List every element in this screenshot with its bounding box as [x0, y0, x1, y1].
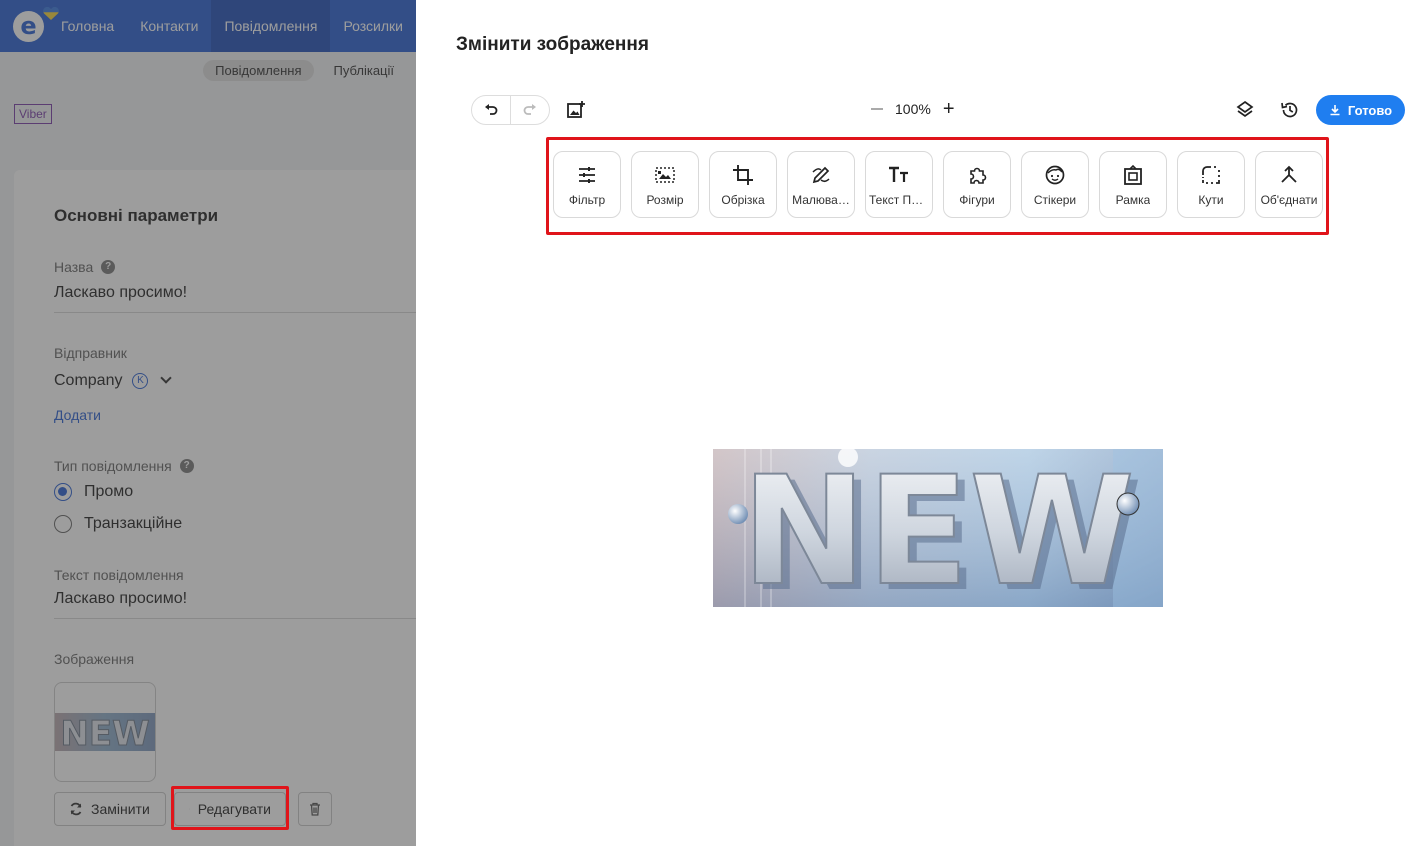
tool-label: Об'єднати — [1260, 193, 1318, 207]
tool-crop[interactable]: Обрізка — [709, 151, 777, 218]
tool-label: Фігури — [959, 193, 995, 207]
tool-corners[interactable]: Кути — [1177, 151, 1245, 218]
filter-icon — [579, 167, 595, 183]
redo-button[interactable] — [510, 96, 549, 124]
zoom-controls: 100% + — [871, 99, 955, 119]
tool-label: Обрізка — [721, 193, 765, 207]
tool-label: Кути — [1198, 193, 1224, 207]
tool-label: Фільтр — [568, 193, 606, 207]
tool-label: Розмір — [646, 193, 684, 207]
done-button[interactable]: Готово — [1316, 95, 1405, 125]
tool-shapes[interactable]: Фігури — [943, 151, 1011, 218]
tool-label: Рамка — [1115, 193, 1151, 207]
zoom-in-button[interactable]: + — [943, 99, 955, 119]
editing-toolbar: Фільтр Розмір Обрізка Малюва… Текст По… … — [553, 151, 1323, 218]
stickers-icon — [1045, 165, 1065, 185]
crop-icon — [733, 165, 753, 185]
tool-merge[interactable]: Об'єднати — [1255, 151, 1323, 218]
tool-frame[interactable]: Рамка — [1099, 151, 1167, 218]
tool-stickers[interactable]: Стікери — [1021, 151, 1089, 218]
tool-label: Малюва… — [792, 193, 850, 207]
text-icon — [889, 166, 908, 182]
undo-button[interactable] — [472, 96, 510, 124]
undo-icon — [485, 104, 498, 115]
edit-button-highlight — [171, 786, 289, 830]
layers-icon[interactable] — [1234, 99, 1256, 121]
frame-icon — [1124, 164, 1142, 185]
image-editor-panel: Змінити зображення 100% + Готово Фільтр … — [416, 0, 1424, 846]
history-icon[interactable] — [1279, 99, 1301, 121]
canvas-image[interactable]: NEW NEW — [713, 449, 1163, 607]
editor-title: Змінити зображення — [456, 34, 649, 55]
tool-label: Стікери — [1033, 193, 1077, 207]
add-image-icon[interactable] — [566, 100, 586, 120]
tool-label: Текст По… — [869, 193, 929, 207]
svg-text:NEW: NEW — [741, 449, 1134, 607]
zoom-out-button[interactable] — [871, 108, 883, 110]
tool-resize[interactable]: Розмір — [631, 151, 699, 218]
zoom-level: 100% — [895, 101, 931, 117]
modal-backdrop[interactable] — [0, 0, 416, 846]
download-icon — [1330, 105, 1340, 116]
corners-icon — [1202, 166, 1220, 184]
draw-icon — [812, 166, 830, 184]
resize-icon — [655, 167, 675, 183]
history-controls — [471, 95, 550, 125]
tool-text[interactable]: Текст По… — [865, 151, 933, 218]
redo-icon — [523, 104, 536, 115]
tool-draw[interactable]: Малюва… — [787, 151, 855, 218]
merge-icon — [1281, 165, 1297, 183]
shapes-icon — [970, 167, 987, 184]
background-app: e Головна Контакти Повідомлення Розсилки… — [0, 0, 416, 846]
tool-filter[interactable]: Фільтр — [553, 151, 621, 218]
